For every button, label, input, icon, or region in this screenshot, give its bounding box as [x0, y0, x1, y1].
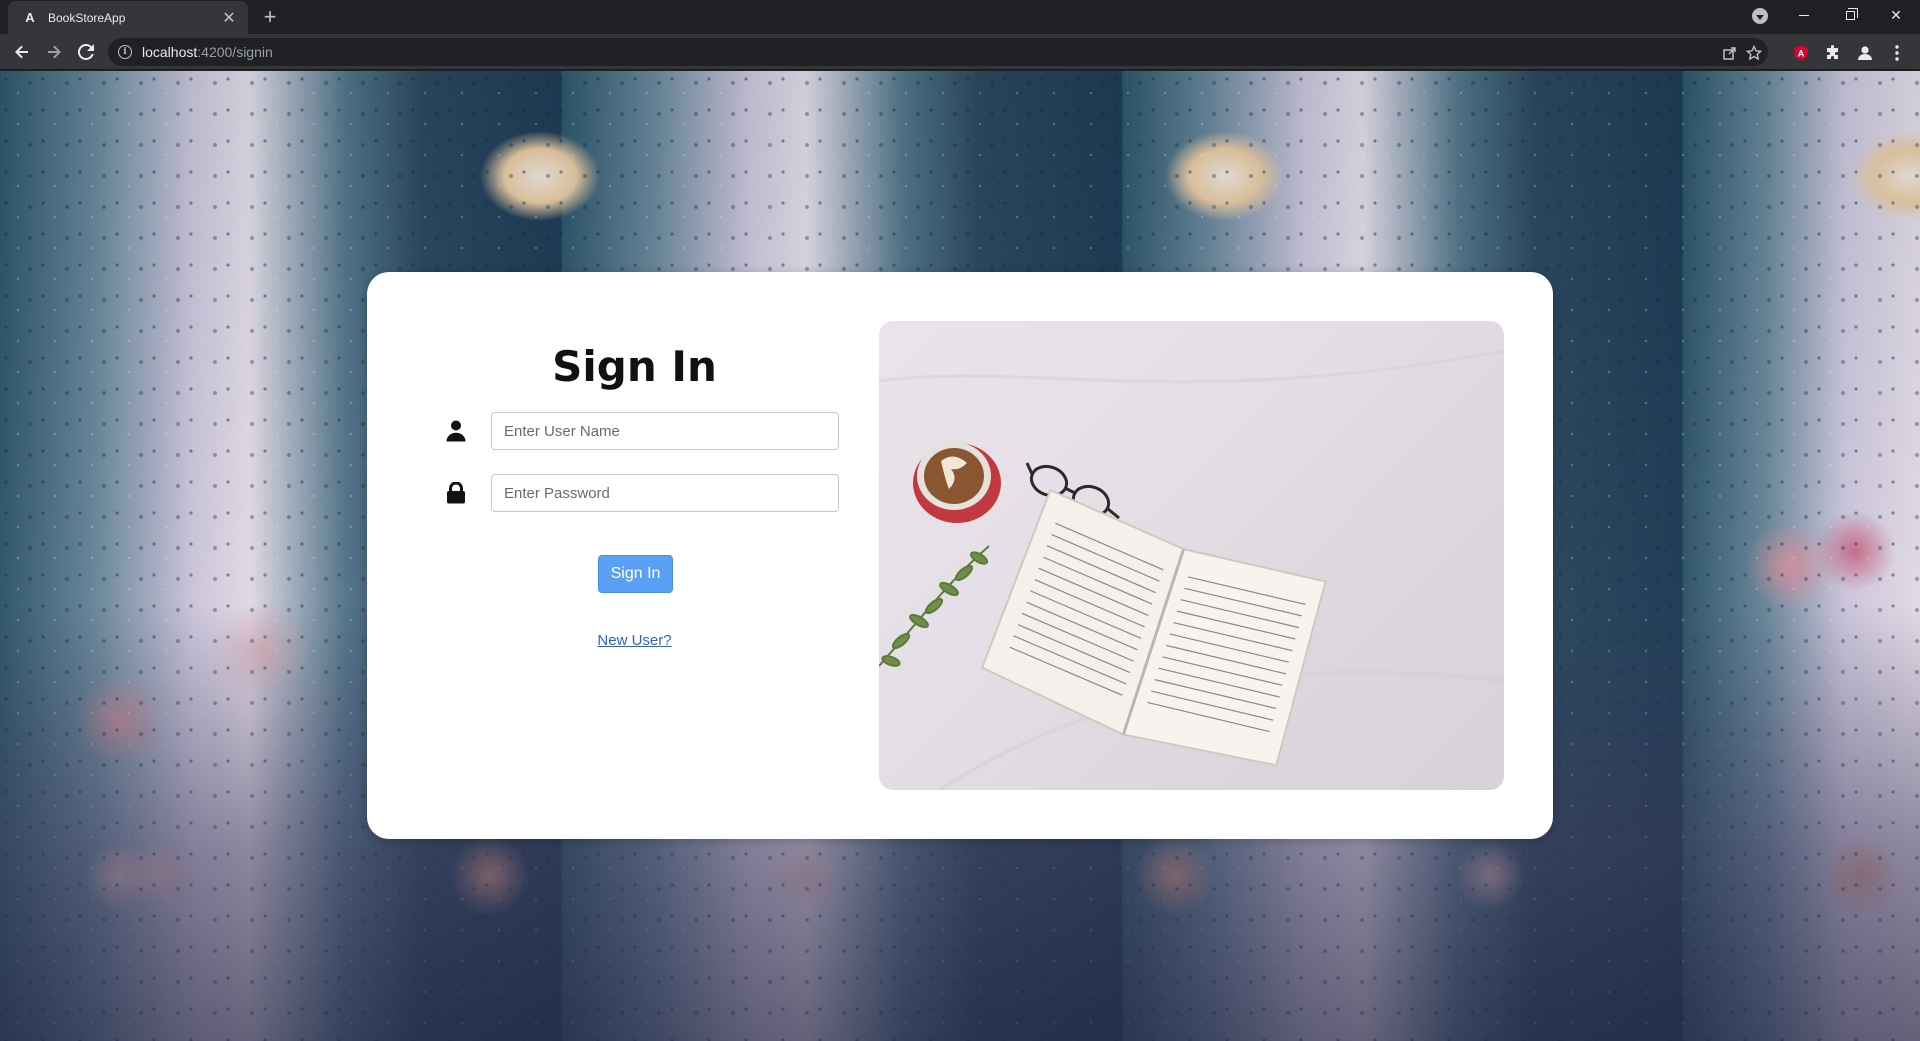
new-user-container: New User? — [367, 632, 902, 649]
window-close-button[interactable]: ✕ — [1873, 0, 1919, 30]
lock-icon — [441, 478, 471, 508]
share-icon[interactable] — [1722, 45, 1738, 61]
angular-favicon-icon: A — [25, 10, 35, 25]
window-restore-button[interactable] — [1827, 0, 1873, 30]
restore-icon — [1845, 7, 1858, 20]
extension-angular-icon[interactable]: A — [1792, 44, 1810, 62]
browser-menu-icon[interactable] — [1888, 44, 1906, 62]
arrow-left-icon — [15, 45, 28, 59]
back-button[interactable] — [8, 38, 36, 66]
new-tab-button[interactable]: + — [258, 5, 282, 29]
browser-tab[interactable]: A BookStoreApp ✕ — [8, 1, 248, 34]
signin-card: Sign In Sign In New User? — [367, 272, 1553, 839]
page-viewport: Sign In Sign In New User? — [0, 71, 1920, 1041]
browser-toolbar: i localhost:4200/signin A — [0, 34, 1920, 70]
site-info-icon[interactable]: i — [118, 45, 132, 59]
user-icon — [441, 416, 471, 446]
password-row — [441, 474, 851, 512]
tab-close-icon[interactable]: ✕ — [220, 9, 238, 27]
arrow-right-icon — [48, 45, 61, 59]
forward-button[interactable] — [40, 38, 68, 66]
bookmark-star-icon[interactable] — [1746, 45, 1762, 61]
page-title: Sign In — [552, 342, 717, 391]
reload-icon — [78, 44, 94, 60]
tab-search-icon[interactable] — [1752, 8, 1768, 24]
reload-button[interactable] — [72, 38, 100, 66]
extensions-puzzle-icon[interactable] — [1824, 44, 1842, 62]
username-row — [441, 412, 851, 450]
address-bar[interactable]: i localhost:4200/signin — [108, 38, 1768, 66]
url-text: localhost:4200/signin — [142, 44, 273, 60]
password-input[interactable] — [491, 474, 839, 512]
profile-icon[interactable] — [1856, 44, 1874, 62]
tab-title: BookStoreApp — [48, 10, 126, 25]
signin-button[interactable]: Sign In — [598, 555, 673, 593]
browser-tab-bar: A BookStoreApp ✕ + ✕ — [0, 0, 1920, 34]
window-minimize-button[interactable] — [1781, 0, 1827, 30]
new-user-link[interactable]: New User? — [597, 632, 671, 649]
flatlay-illustration — [879, 349, 1504, 790]
username-input[interactable] — [491, 412, 839, 450]
svg-text:A: A — [1798, 49, 1805, 59]
book-coffee-photo — [879, 321, 1504, 790]
